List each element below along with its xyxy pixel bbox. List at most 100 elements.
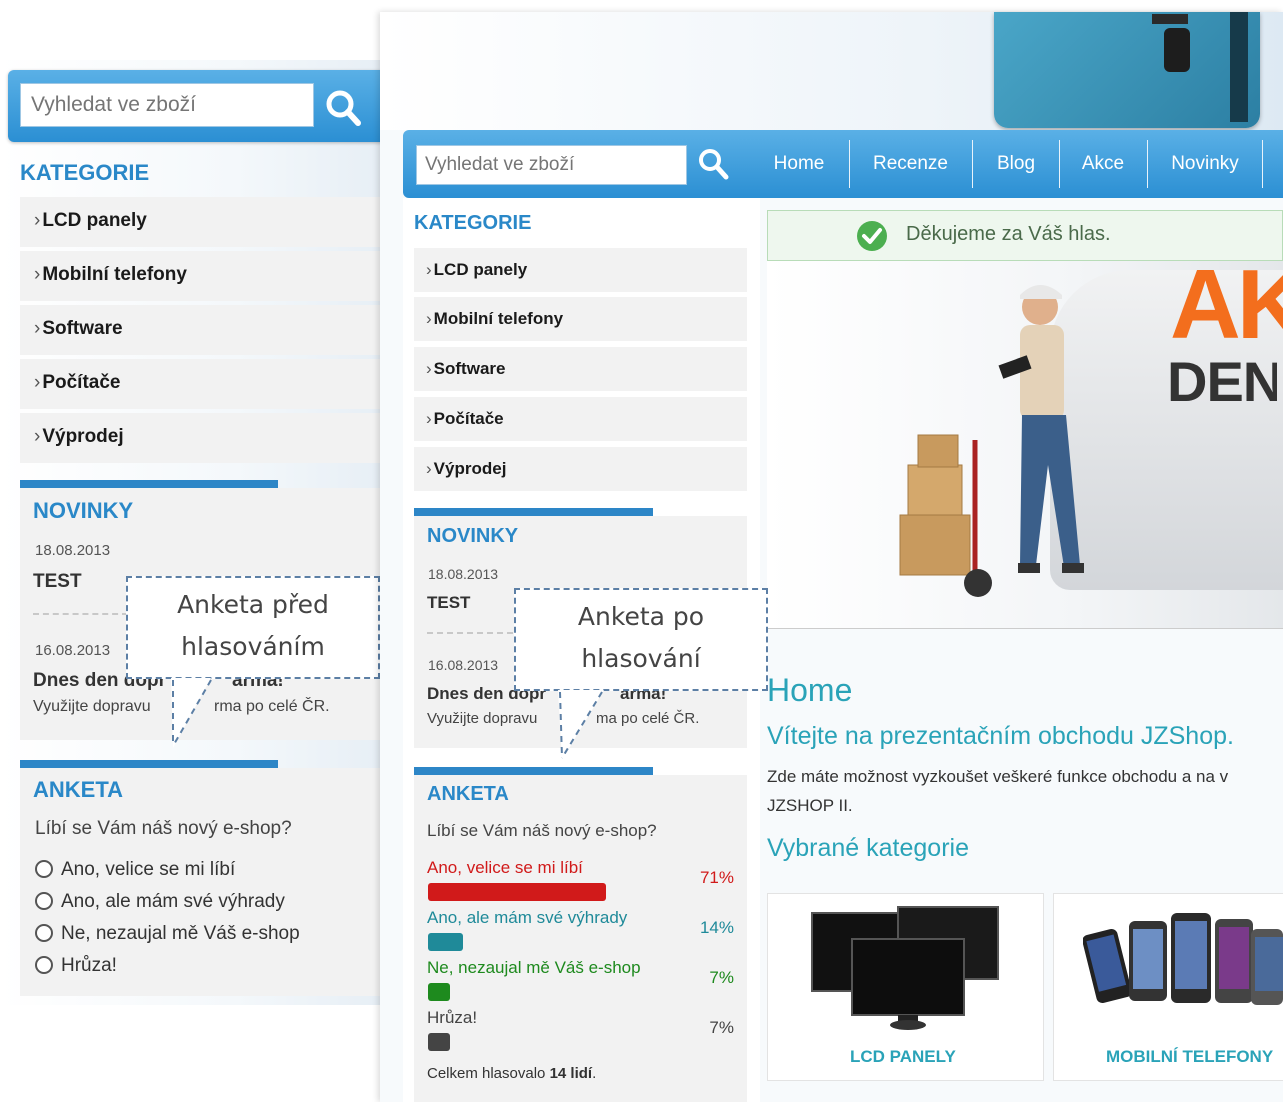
radio-button[interactable] — [35, 860, 53, 878]
chevron-right-icon: › — [34, 372, 41, 393]
poll-option[interactable]: Ano, velice se mi líbí — [35, 859, 235, 881]
callout-line: hlasování — [581, 644, 701, 673]
news-strip — [414, 508, 653, 516]
poll-result-percent: 71% — [699, 868, 734, 887]
poll-total-count: 14 lidí — [549, 1065, 593, 1082]
poll-option[interactable]: Ano, ale mám své výhrady — [35, 891, 285, 913]
radio-button[interactable] — [35, 892, 53, 910]
camera-product-image — [994, 12, 1260, 128]
category-item[interactable]: › LCD panely — [20, 197, 380, 247]
banner-headline: AKCE — [1170, 249, 1283, 359]
category-item[interactable]: › LCD panely — [414, 248, 747, 292]
categories-heading: KATEGORIE — [20, 160, 150, 185]
news-heading: NOVINKY — [427, 525, 519, 547]
checkmark-icon — [857, 221, 887, 251]
poll-strip — [414, 767, 653, 775]
poll-result-label: Ne, nezaujal mě Váš e-shop — [427, 958, 641, 977]
search-icon[interactable] — [696, 146, 732, 182]
poll-result-bar — [428, 883, 606, 901]
poll-total-prefix: Celkem hlasovalo — [427, 1065, 546, 1082]
thanks-message: Děkujeme za Váš hlas. — [906, 223, 1111, 245]
news-date: 18.08.2013 — [35, 542, 111, 559]
nav-divider — [972, 140, 973, 188]
radio-button[interactable] — [35, 956, 53, 974]
category-label: Software — [433, 359, 506, 378]
poll-result-label: Hrůza! — [427, 1008, 478, 1027]
callout-after-voting: Anketa po hlasování — [514, 588, 768, 691]
categories-heading: KATEGORIE — [414, 212, 532, 234]
nav-divider — [1059, 140, 1060, 188]
category-item[interactable]: › Software — [20, 305, 380, 355]
category-label: Výprodej — [42, 426, 124, 447]
nav-novinky[interactable]: Novinky — [1156, 140, 1254, 188]
category-label: Software — [42, 318, 123, 339]
chevron-right-icon: › — [34, 426, 41, 447]
news-date: 16.08.2013 — [35, 642, 111, 659]
search-input[interactable] — [416, 145, 687, 185]
nav-divider — [1147, 140, 1148, 188]
poll-result-bar — [428, 1033, 450, 1051]
category-label: Mobilní telefony — [433, 309, 564, 328]
news-date: 18.08.2013 — [428, 566, 499, 582]
welcome-heading: Vítejte na prezentačním obchodu JZShop. — [767, 722, 1234, 750]
chevron-right-icon: › — [426, 409, 432, 428]
featured-category-label[interactable]: LCD PANELY — [850, 1047, 956, 1067]
nav-home[interactable]: Home — [760, 140, 838, 188]
page-title: Home — [767, 672, 853, 708]
chevron-right-icon: › — [34, 210, 41, 231]
news-heading: NOVINKY — [33, 498, 134, 523]
news-title[interactable]: TEST — [33, 571, 82, 593]
poll-result-percent: 14% — [699, 918, 734, 937]
callout-pointer — [558, 690, 604, 760]
chevron-right-icon: › — [426, 309, 432, 328]
poll-result-label: Ano, velice se mi líbí — [427, 858, 583, 877]
search-input[interactable] — [20, 83, 314, 127]
category-item[interactable]: › Výprodej — [20, 413, 380, 463]
category-label: LCD panely — [433, 260, 528, 279]
intro-line: JZSHOP II. — [767, 796, 853, 815]
category-item[interactable]: › Mobilní telefony — [20, 251, 380, 301]
category-item[interactable]: › Počítače — [20, 359, 380, 409]
nav-blog[interactable]: Blog — [980, 140, 1052, 188]
poll-option[interactable]: Hrůza! — [35, 955, 117, 977]
poll-question: Líbí se Vám náš nový e-shop? — [427, 821, 657, 840]
search-icon[interactable] — [322, 86, 366, 130]
nav-recenze[interactable]: Recenze — [860, 140, 961, 188]
poll-total-suffix: . — [592, 1065, 597, 1082]
callout-pointer — [171, 678, 212, 748]
category-label: Mobilní telefony — [42, 264, 187, 285]
callout-line: hlasováním — [181, 632, 325, 661]
poll-option[interactable]: Ne, nezaujal mě Váš e-shop — [35, 923, 300, 945]
chevron-right-icon: › — [426, 459, 432, 478]
radio-button[interactable] — [35, 924, 53, 942]
intro-text: Zde máte možnost vyzkoušet veškeré funkc… — [767, 762, 1279, 820]
poll-result-bar — [428, 983, 450, 1001]
category-item[interactable]: › Software — [414, 347, 747, 391]
news-desc: Využijte dopravu — [33, 698, 151, 715]
delivery-man-image — [899, 285, 1084, 597]
poll-strip — [20, 760, 278, 768]
lcd-panel-image — [811, 906, 999, 1030]
category-item[interactable]: › Výprodej — [414, 447, 747, 491]
category-item[interactable]: › Mobilní telefony — [414, 297, 747, 341]
poll-heading: ANKETA — [33, 777, 124, 802]
poll-total: Celkem hlasovalo 14 lidí. — [427, 1065, 596, 1082]
category-item[interactable]: › Počítače — [414, 397, 747, 441]
news-title[interactable]: TEST — [427, 593, 470, 613]
callout-line: Anketa před — [177, 590, 329, 619]
nav-divider — [1262, 140, 1263, 188]
poll-option-label: Ano, velice se mi líbí — [61, 859, 236, 880]
chevron-right-icon: › — [426, 359, 432, 378]
poll-result-bar — [428, 933, 463, 951]
nav-divider — [849, 140, 850, 188]
category-label: LCD panely — [42, 210, 147, 231]
poll-result-percent: 7% — [709, 968, 734, 987]
intro-line: Zde máte možnost vyzkoušet veškeré funkc… — [767, 767, 1229, 786]
news-date: 16.08.2013 — [428, 657, 499, 673]
featured-categories-heading: Vybrané kategorie — [767, 834, 969, 862]
mobile-phones-image — [1083, 913, 1283, 1005]
nav-akce[interactable]: Akce — [1068, 140, 1138, 188]
category-label: Počítače — [433, 409, 504, 428]
poll-option-label: Ne, nezaujal mě Váš e-shop — [61, 923, 300, 944]
featured-category-label[interactable]: MOBILNÍ TELEFONY — [1106, 1047, 1273, 1067]
